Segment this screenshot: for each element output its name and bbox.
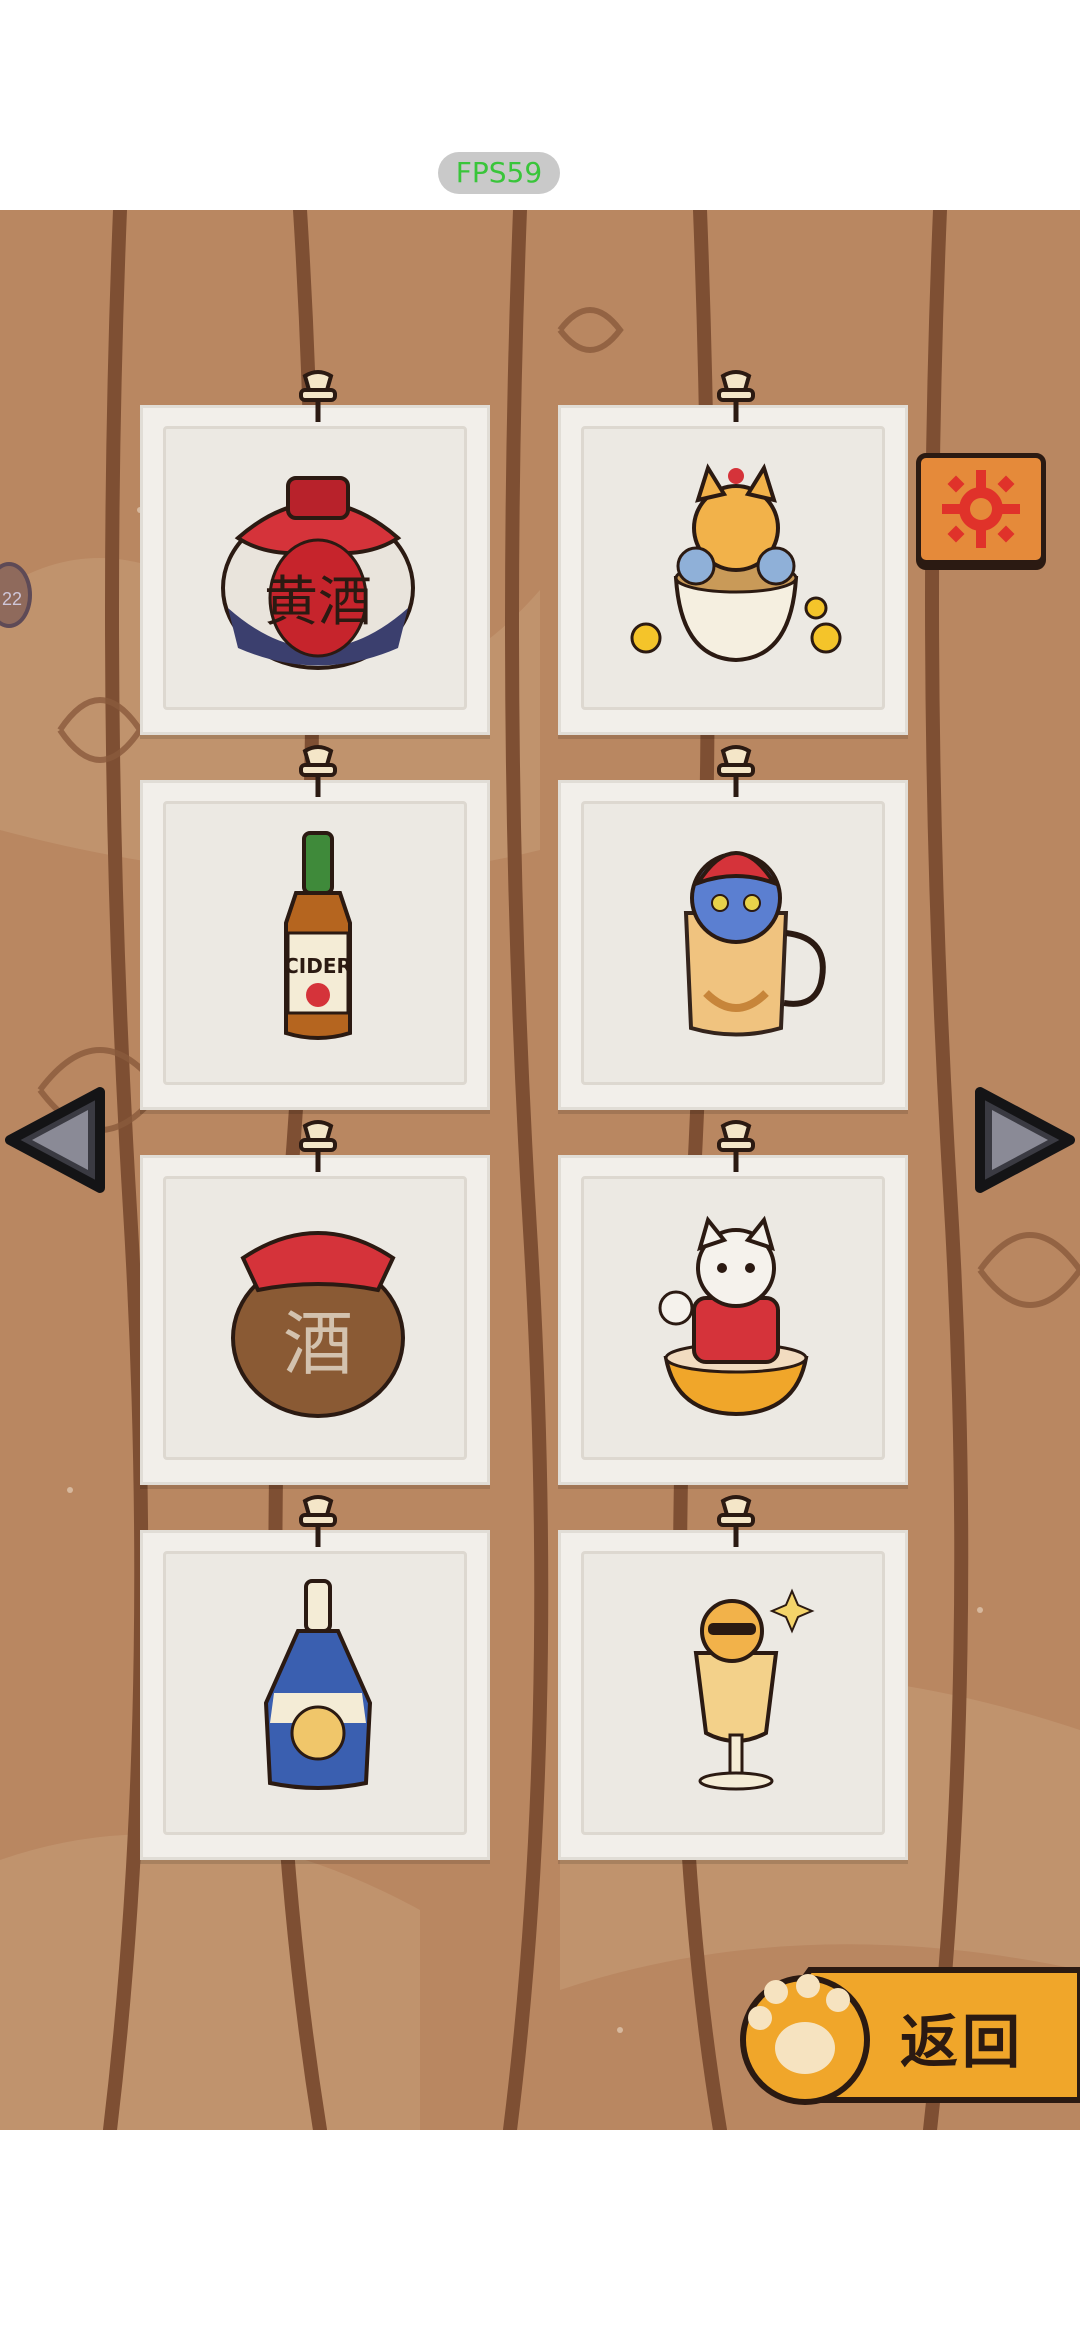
cider-bottle-icon: CIDER	[284, 831, 352, 1040]
pushpin-icon	[299, 745, 337, 797]
gear-icon	[942, 470, 1020, 548]
collection-card[interactable]: 酒	[140, 1120, 490, 1485]
collection-card[interactable]: CIDER	[140, 745, 490, 1110]
collection-card[interactable]	[140, 1495, 490, 1860]
collection-card[interactable]	[558, 745, 908, 1110]
settings-button[interactable]	[916, 453, 1046, 565]
arrow-right-icon[interactable]	[960, 1080, 1080, 1200]
pushpin-icon	[717, 1120, 755, 1172]
fps-counter: FPS59	[438, 152, 560, 194]
coin-cat-cup-icon	[630, 463, 842, 663]
collection-card[interactable]	[558, 370, 908, 735]
collection-card[interactable]	[558, 1495, 908, 1860]
pushpin-icon	[299, 370, 337, 422]
apple-cat-mug-icon	[683, 851, 826, 1037]
jar-label: 酒	[283, 1303, 353, 1385]
back-button-label: 返回	[900, 2008, 1025, 2076]
paw-icon	[740, 1974, 870, 2105]
arrow-left-icon[interactable]	[0, 1080, 120, 1200]
pushpin-icon	[717, 1495, 755, 1547]
pushpin-icon	[717, 745, 755, 797]
pushpin-icon	[299, 1495, 337, 1547]
sunglasses-cat-glass-icon	[693, 1588, 815, 1791]
collection-card[interactable]: 黄酒	[140, 370, 490, 735]
bottle-label: CIDER	[284, 954, 352, 978]
collection-card[interactable]	[558, 1120, 908, 1485]
cat-label-bottle-icon	[263, 1579, 373, 1790]
liquor-jar-icon: 酒	[231, 1231, 405, 1418]
jar-label: 黄酒	[264, 570, 372, 633]
wine-jar-icon: 黄酒	[221, 476, 415, 670]
red-coat-cat-bowl-icon	[658, 1215, 809, 1417]
pushpin-icon	[717, 370, 755, 422]
collection-board: 22 黄酒 CIDER 酒	[0, 210, 1080, 2130]
pushpin-icon	[299, 1120, 337, 1172]
